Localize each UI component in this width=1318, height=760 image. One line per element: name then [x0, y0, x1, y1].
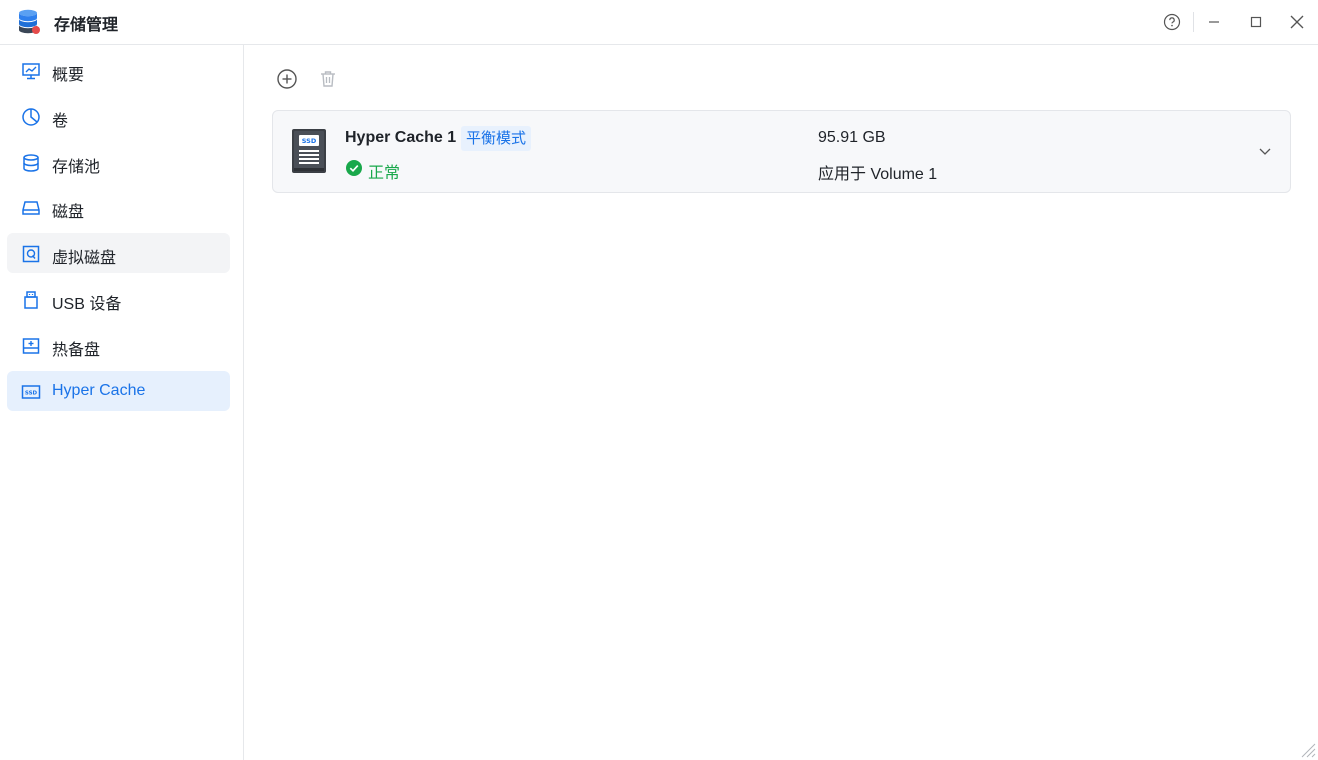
sidebar-item-virtual-disk[interactable]: 虚拟磁盘 — [7, 233, 230, 273]
sidebar-item-label: 存储池 — [52, 159, 101, 176]
minimize-icon[interactable] — [1203, 11, 1225, 33]
check-circle-icon — [346, 160, 362, 176]
hyper-cache-card[interactable]: SSD Hyper Cache 1 平衡模式 正常 95.91 GB 应用于 V… — [272, 110, 1291, 193]
applied-volume: 应用于 Volume 1 — [818, 166, 938, 183]
ssd-icon: SSD — [21, 382, 41, 402]
svg-text:SSD: SSD — [25, 391, 38, 397]
titlebar-divider — [1193, 12, 1194, 32]
sidebar-item-label: 卷 — [52, 113, 69, 130]
sidebar-item-overview[interactable]: 概要 — [7, 50, 230, 90]
close-icon[interactable] — [1286, 11, 1308, 33]
resize-grip-icon[interactable] — [1300, 742, 1316, 758]
sidebar-item-disk[interactable]: 磁盘 — [7, 187, 230, 227]
cache-name: Hyper Cache 1 — [345, 129, 457, 146]
sidebar-item-label: USB 设备 — [52, 296, 122, 313]
chevron-down-icon[interactable] — [1255, 141, 1275, 161]
sidebar-item-hyper-cache[interactable]: SSD Hyper Cache — [7, 371, 230, 411]
help-icon[interactable] — [1161, 11, 1183, 33]
storage-database-icon — [19, 9, 40, 34]
sidebar-item-label: 热备盘 — [52, 342, 101, 359]
database-icon — [21, 153, 41, 173]
capacity-value: 95.91 GB — [818, 129, 886, 146]
hard-drive-icon — [21, 198, 41, 218]
sidebar-item-label: 虚拟磁盘 — [52, 250, 117, 267]
sidebar-item-storage-pool[interactable]: 存储池 — [7, 142, 230, 182]
sidebar-item-label: 磁盘 — [52, 204, 85, 221]
sidebar-item-label: Hyper Cache — [52, 382, 146, 399]
virtual-disk-icon — [21, 244, 41, 264]
sidebar-item-usb[interactable]: USB 设备 — [7, 279, 230, 319]
sidebar-item-label: 概要 — [52, 67, 85, 84]
sidebar-item-hot-spare[interactable]: 热备盘 — [7, 325, 230, 365]
trash-icon[interactable] — [316, 67, 340, 91]
svg-text:SSD: SSD — [302, 137, 317, 145]
title-bar: 存储管理 — [0, 0, 1318, 45]
hot-spare-icon — [21, 336, 41, 356]
sidebar-item-volume[interactable]: 卷 — [7, 96, 230, 136]
app-title: 存储管理 — [54, 17, 119, 34]
main-content: SSD Hyper Cache 1 平衡模式 正常 95.91 GB 应用于 V… — [244, 45, 1318, 760]
sidebar: 概要 卷 存储池 磁盘 虚拟磁盘 USB 设备 热备盘 SSD Hyper Ca… — [0, 45, 244, 760]
usb-icon — [21, 290, 41, 310]
mode-badge: 平衡模式 — [461, 126, 532, 151]
add-circle-icon[interactable] — [275, 67, 299, 91]
pie-chart-icon — [21, 107, 41, 127]
maximize-icon[interactable] — [1245, 11, 1267, 33]
monitor-chart-icon — [21, 61, 41, 81]
ssd-drive-icon: SSD — [292, 129, 326, 173]
status-text: 正常 — [368, 165, 401, 182]
